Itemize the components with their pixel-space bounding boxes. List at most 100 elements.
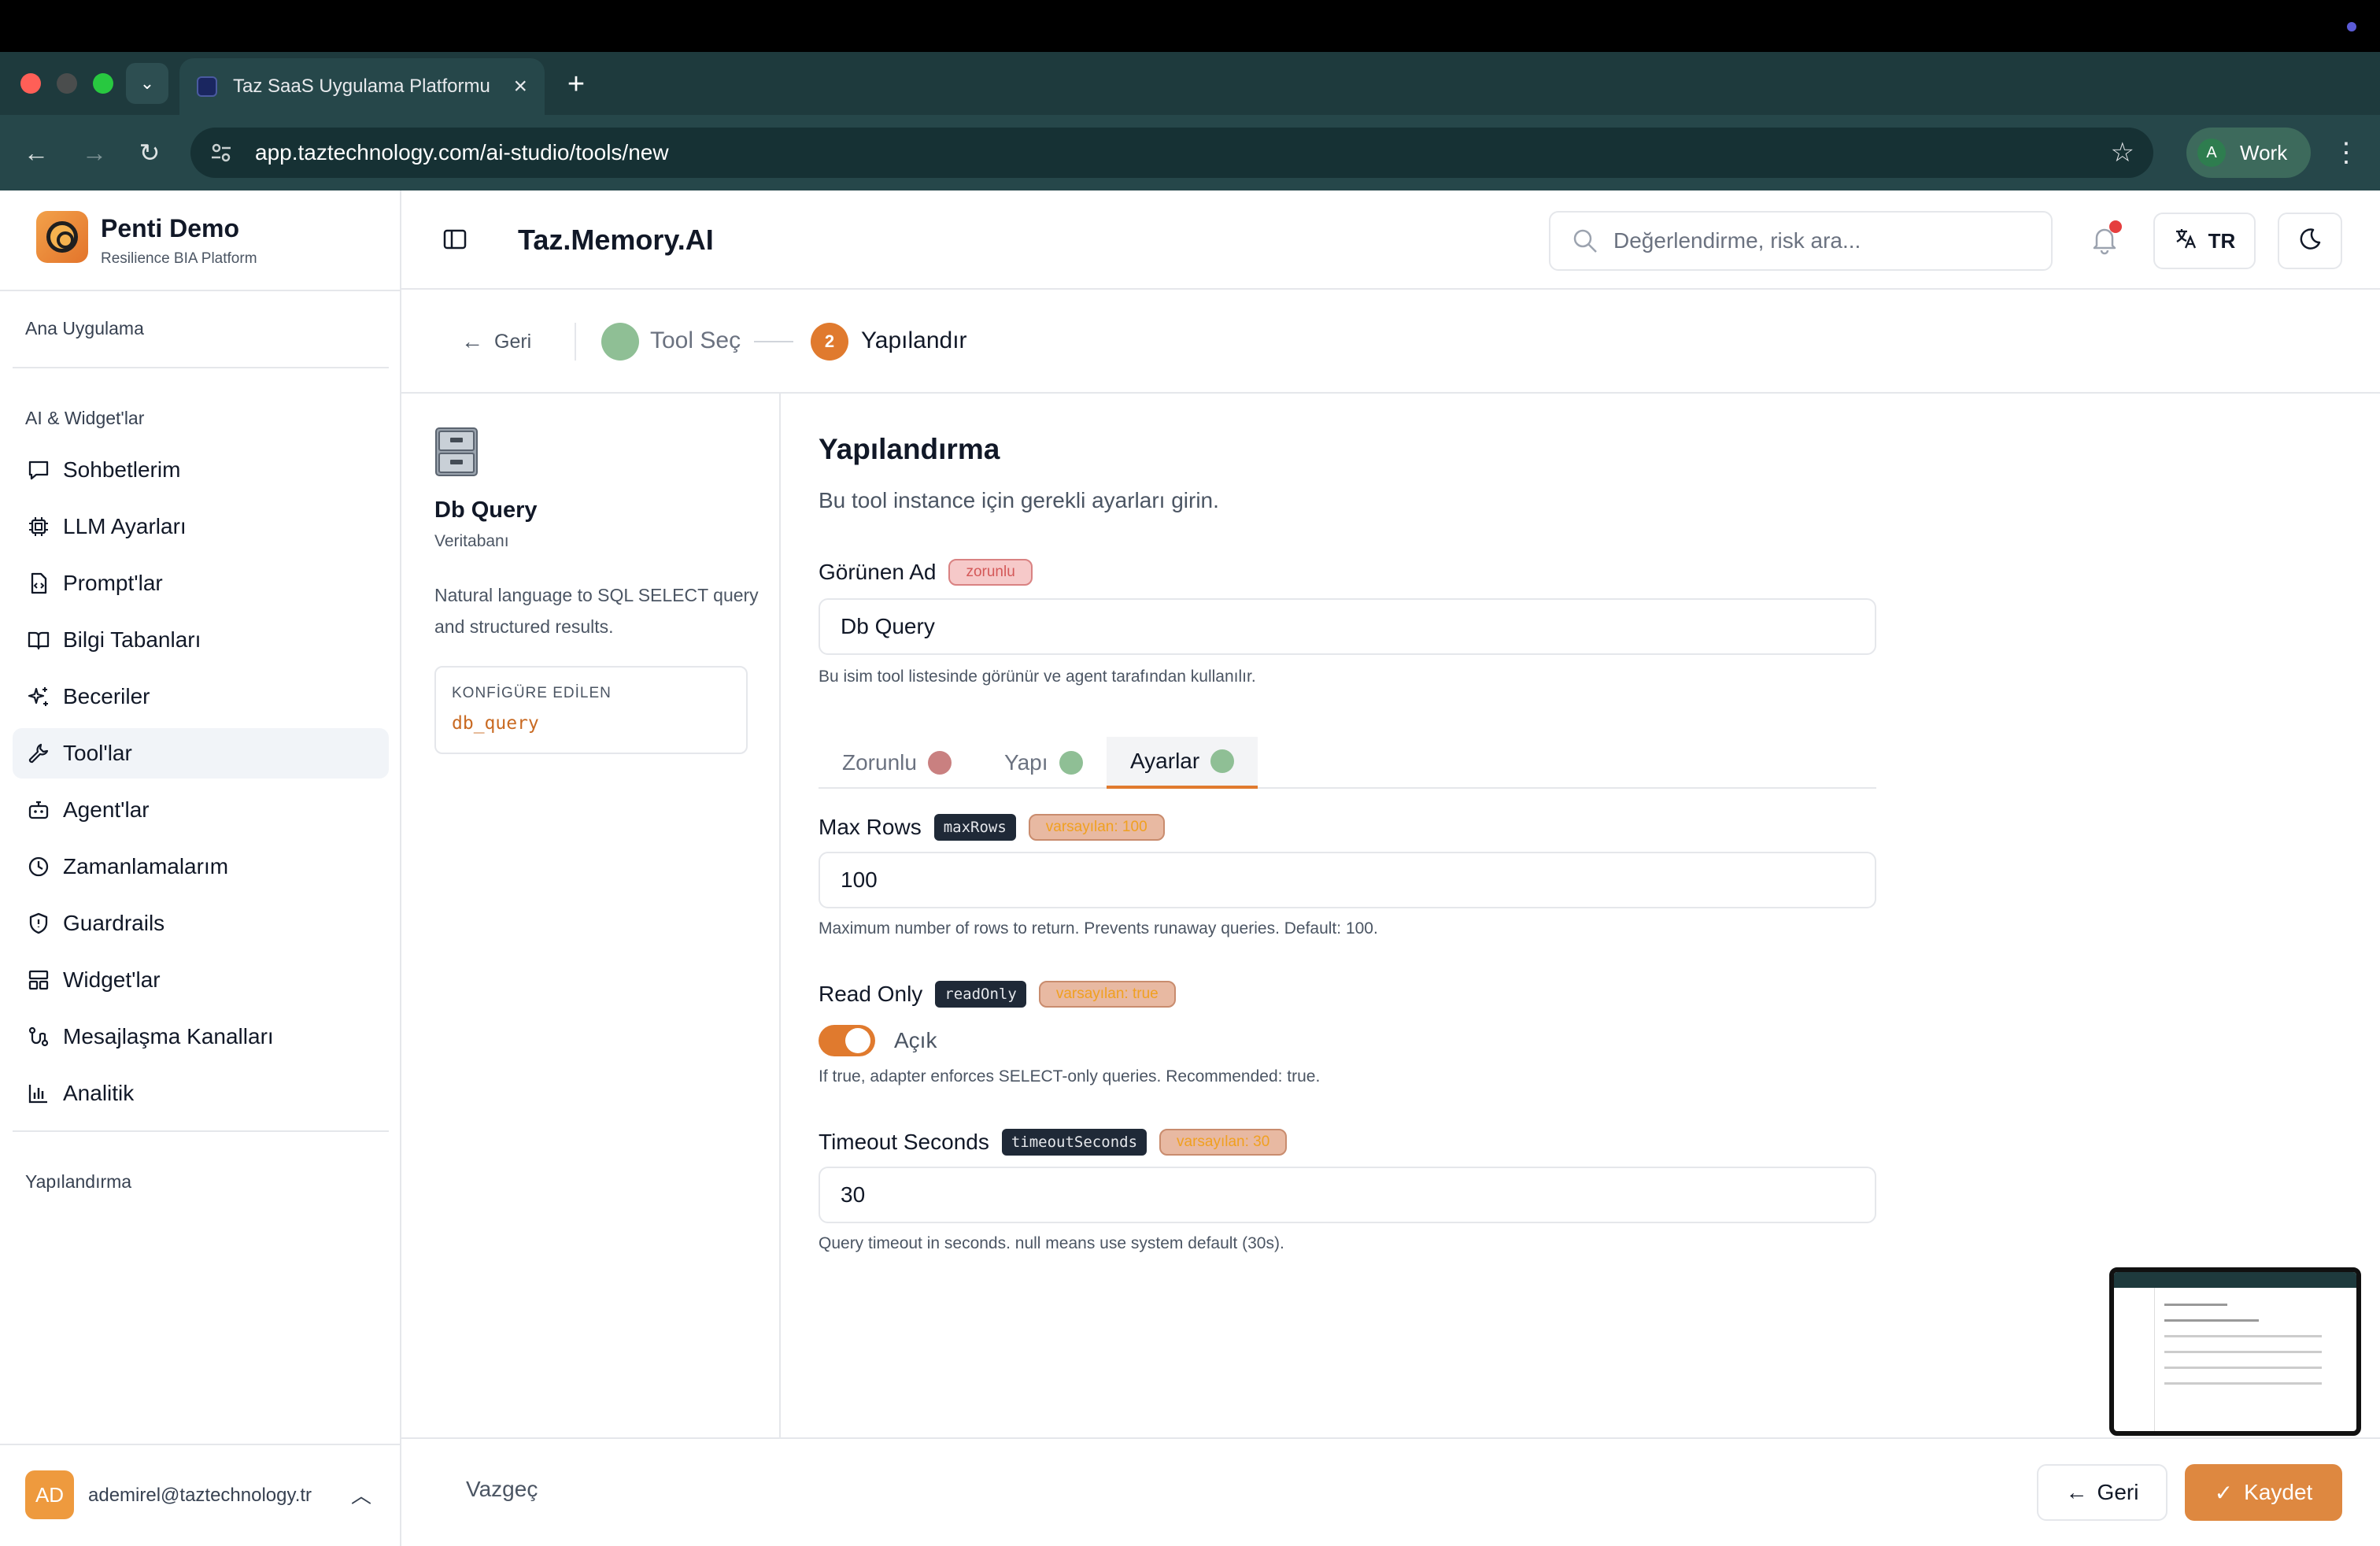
sidebar-section-main[interactable]: Ana Uygulama (25, 318, 144, 339)
forward-arrow-icon[interactable]: → (74, 132, 115, 173)
screenshot-thumbnail[interactable] (2109, 1267, 2361, 1436)
read-only-state: Açık (894, 1028, 937, 1052)
profile-avatar: A (2197, 139, 2226, 167)
back-arrow-icon[interactable]: ← (16, 132, 57, 173)
sidebar-toggle-icon[interactable] (442, 227, 468, 252)
sidebar-item-label: Bilgi Tabanları (63, 627, 201, 652)
step-1-label[interactable]: Tool Seç (650, 327, 741, 354)
shield-icon (25, 910, 52, 937)
sidebar-item-bilgi-tabanları[interactable]: Bilgi Tabanları (13, 615, 389, 665)
tab-zorunlu[interactable]: Zorunlu (819, 737, 975, 789)
stepper-back-label: Geri (494, 330, 532, 353)
form-title: Yapılandırma (819, 433, 1000, 465)
tool-name: Db Query (434, 497, 538, 523)
sidebar-item-prompt-lar[interactable]: Prompt'lar (13, 558, 389, 608)
brand-subtitle: Resilience BIA Platform (101, 250, 257, 267)
browser-tab[interactable]: Taz SaaS Uygulama Platformu × (179, 58, 545, 115)
tab-label: Ayarlar (1130, 749, 1200, 773)
timeout-help: Query timeout in seconds. null means use… (819, 1234, 1284, 1252)
sidebar-item-label: Guardrails (63, 911, 165, 935)
sidebar-section-ai[interactable]: AI & Widget'lar (25, 408, 144, 429)
max-rows-label: Max Rows maxRows varsayılan: 100 (819, 814, 1165, 841)
sidebar-item-mesajlaşma-kanalları[interactable]: Mesajlaşma Kanalları (13, 1012, 389, 1062)
bar-chart-icon (25, 1080, 52, 1107)
system-top-bar (0, 0, 2380, 52)
sidebar-item-tool-lar[interactable]: Tool'lar (13, 728, 389, 779)
chip-icon (25, 513, 52, 540)
max-rows-value: 100 (841, 867, 878, 892)
window-zoom-button[interactable] (93, 73, 113, 94)
step-connector (754, 341, 793, 342)
moon-icon (2297, 227, 2323, 256)
sidebar-item-label: Mesajlaşma Kanalları (63, 1024, 274, 1049)
sidebar-item-label: Tool'lar (63, 741, 132, 765)
bot-icon (25, 797, 52, 823)
back-button[interactable]: ← Geri (2037, 1464, 2168, 1521)
chevron-up-icon[interactable]: ︿ (351, 1480, 371, 1509)
search-icon (1571, 227, 1599, 255)
book-icon (25, 627, 52, 653)
sidebar-item-sohbetlerim[interactable]: Sohbetlerim (13, 445, 389, 495)
favicon-icon (197, 76, 217, 97)
sidebar-item-widget-lar[interactable]: Widget'lar (13, 955, 389, 1005)
tab-ayarlar[interactable]: Ayarlar (1107, 737, 1258, 789)
sidebar-divider (0, 290, 401, 291)
toggle-knob (845, 1028, 870, 1053)
translate-icon (2174, 227, 2197, 256)
sidebar-item-label: Zamanlamalarım (63, 854, 229, 878)
sidebar-item-zamanlamalarım[interactable]: Zamanlamalarım (13, 841, 389, 892)
sparkles-icon (25, 683, 52, 710)
chat-icon (25, 457, 52, 483)
language-code: TR (2208, 228, 2236, 253)
file-cabinet-icon (434, 427, 479, 477)
max-rows-help: Maximum number of rows to return. Preven… (819, 919, 1378, 938)
sidebar-item-agent-lar[interactable]: Agent'lar (13, 785, 389, 835)
save-button[interactable]: ✓ Kaydet (2185, 1464, 2342, 1521)
route-icon (25, 1023, 52, 1050)
step-2-label: Yapılandır (861, 327, 967, 353)
close-icon[interactable]: × (513, 75, 527, 98)
step-1-indicator[interactable] (601, 323, 639, 361)
tab-yapi[interactable]: Yapı (981, 737, 1107, 789)
read-only-key-badge: readOnly (935, 981, 1026, 1008)
stepper-back-link[interactable]: ← Geri (461, 329, 531, 354)
search-placeholder: Değerlendirme, risk ara... (1613, 228, 1861, 253)
site-settings-icon[interactable] (209, 141, 233, 165)
tab-search-button[interactable]: ⌄ (126, 63, 168, 104)
clock-icon (25, 853, 52, 880)
profile-button[interactable]: A Work (2186, 128, 2311, 178)
sidebar-item-analitik[interactable]: Analitik (13, 1068, 389, 1119)
stepper-separator (575, 323, 576, 361)
brand-name: Penti Demo (101, 214, 240, 242)
new-tab-button[interactable]: + (560, 65, 592, 104)
sidebar-item-guardrails[interactable]: Guardrails (13, 898, 389, 949)
configured-card: KONFİGÜRE EDİLEN db_query (434, 666, 748, 754)
display-name-input[interactable]: Db Query (819, 598, 1876, 655)
save-button-label: Kaydet (2244, 1480, 2313, 1504)
search-input[interactable]: Değerlendirme, risk ara... (1549, 211, 2053, 271)
window-minimize-button[interactable] (57, 73, 77, 94)
window-close-button[interactable] (20, 73, 41, 94)
reload-icon[interactable]: ↻ (129, 132, 170, 173)
sidebar-item-beceriler[interactable]: Beceriler (13, 671, 389, 722)
timeout-value: 30 (841, 1182, 866, 1207)
chevron-down-icon: ⌄ (139, 73, 155, 93)
timeout-input[interactable]: 30 (819, 1167, 1876, 1223)
tab-status-dot (1210, 749, 1235, 773)
max-rows-label-text: Max Rows (819, 815, 922, 839)
theme-toggle-button[interactable] (2278, 213, 2342, 269)
address-bar[interactable]: app.taztechnology.com/ai-studio/tools/ne… (190, 128, 2153, 178)
sidebar-item-llm-ayarları[interactable]: LLM Ayarları (13, 501, 389, 552)
arrow-left-icon: ← (2065, 1480, 2088, 1504)
bookmark-star-icon[interactable]: ☆ (2111, 137, 2134, 168)
tab-label: Zorunlu (842, 750, 917, 775)
browser-menu-icon[interactable]: ⋮ (2333, 134, 2360, 172)
tab-status-dot (927, 751, 952, 775)
sidebar-section-config[interactable]: Yapılandırma (25, 1171, 131, 1193)
sidebar-item-label: Beceriler (63, 684, 150, 708)
cancel-button[interactable]: Vazgeç (466, 1477, 538, 1502)
step-2-indicator: 2 (811, 323, 848, 361)
language-button[interactable]: TR (2153, 213, 2256, 269)
max-rows-input[interactable]: 100 (819, 852, 1876, 908)
sidebar-divider (13, 1130, 389, 1132)
